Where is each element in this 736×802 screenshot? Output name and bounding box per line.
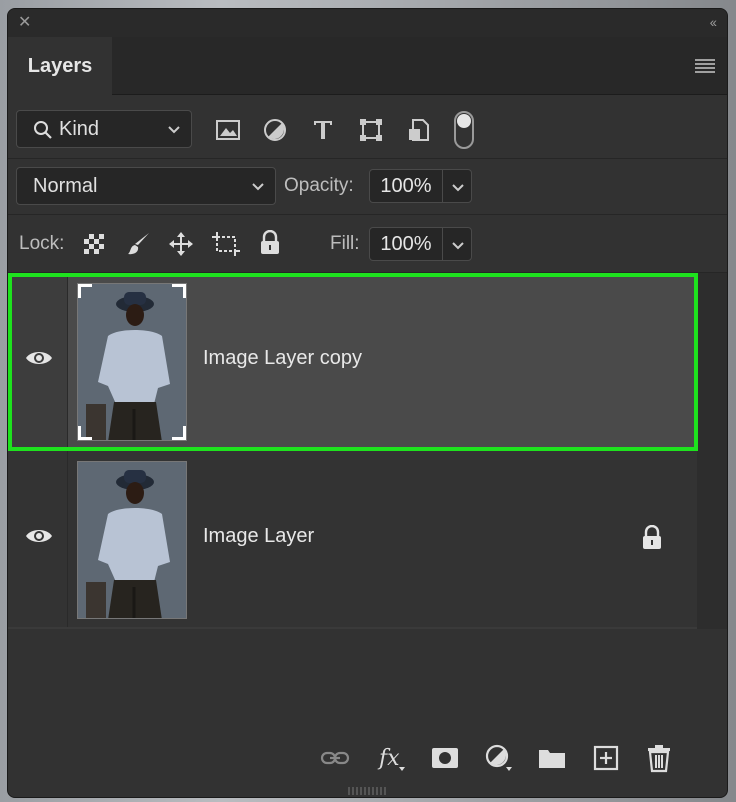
- delete-layer-trash-icon[interactable]: [644, 743, 674, 773]
- lock-image-pixels-icon[interactable]: [126, 231, 152, 257]
- layers-panel: ✕ ‹‹ Layers Kind Normal Opacity: 100% Lo…: [7, 8, 728, 798]
- eye-icon: [26, 530, 52, 542]
- opacity-input[interactable]: 100%: [369, 169, 443, 203]
- new-adjustment-layer-icon[interactable]: [484, 743, 514, 773]
- smart-object-filter-icon[interactable]: [406, 117, 432, 143]
- layer-lock-icon[interactable]: [641, 525, 663, 551]
- panel-titlebar: ✕ ‹‹: [8, 9, 727, 37]
- layers-scrollbar[interactable]: [697, 273, 727, 629]
- fill-input[interactable]: 100%: [369, 227, 443, 261]
- svg-text:fx: fx: [377, 746, 400, 771]
- chevron-down-icon: [452, 184, 464, 192]
- pixel-layer-filter-icon[interactable]: [215, 117, 241, 143]
- fx-layer-style-icon[interactable]: fx: [377, 743, 407, 773]
- eye-icon: [26, 352, 52, 364]
- new-group-folder-icon[interactable]: [537, 743, 567, 773]
- lock-transparency-icon[interactable]: [83, 233, 105, 255]
- type-layer-filter-icon[interactable]: [310, 117, 336, 143]
- layers-list: Image Layer copy Image Layer: [8, 273, 698, 629]
- filter-row: Kind: [8, 95, 727, 159]
- toggle-knob: [457, 114, 471, 128]
- lock-position-icon[interactable]: [168, 231, 194, 257]
- fill-dropdown-button[interactable]: [442, 227, 472, 261]
- panel-menu-icon[interactable]: [695, 59, 715, 73]
- lock-row: Lock: Fill: 100%: [8, 215, 727, 273]
- portrait-thumbnail-image: [78, 284, 186, 440]
- layer-thumbnail[interactable]: [77, 461, 187, 619]
- tab-layers-label: Layers: [27, 54, 93, 77]
- add-mask-icon[interactable]: [430, 743, 460, 773]
- chevron-down-icon: [452, 242, 464, 250]
- layer-row[interactable]: Image Layer copy: [8, 273, 698, 449]
- portrait-thumbnail-image: [78, 462, 186, 618]
- link-layers-icon[interactable]: [320, 743, 350, 773]
- opacity-dropdown-button[interactable]: [442, 169, 472, 203]
- layers-empty-area: [8, 629, 727, 729]
- lock-all-icon[interactable]: [259, 230, 281, 256]
- collapse-icon[interactable]: ‹‹: [710, 14, 717, 30]
- visibility-toggle[interactable]: [8, 273, 68, 449]
- layer-name[interactable]: Image Layer: [203, 525, 314, 548]
- layer-row[interactable]: Image Layer: [8, 451, 698, 627]
- visibility-toggle[interactable]: [8, 451, 68, 627]
- layer-name[interactable]: Image Layer copy: [203, 347, 362, 370]
- filter-kind-dropdown[interactable]: Kind: [16, 110, 192, 148]
- search-icon: [34, 121, 52, 139]
- chevron-down-icon: [168, 126, 180, 134]
- lock-artboard-icon[interactable]: [212, 231, 240, 257]
- tab-layers[interactable]: Layers: [8, 37, 112, 95]
- resize-grip[interactable]: [348, 787, 388, 795]
- tab-row: Layers: [8, 37, 727, 95]
- filter-toggle-switch[interactable]: [454, 111, 474, 149]
- adjustment-layer-filter-icon[interactable]: [262, 117, 288, 143]
- filter-kind-label: Kind: [59, 118, 100, 140]
- fill-label: Fill:: [330, 233, 360, 254]
- layers-footer-toolbar: fx: [8, 729, 727, 789]
- blend-mode-dropdown[interactable]: Normal: [16, 167, 276, 205]
- layer-thumbnail[interactable]: [77, 283, 187, 441]
- opacity-label: Opacity:: [284, 175, 354, 196]
- close-icon[interactable]: ✕: [18, 14, 31, 32]
- chevron-down-icon: [252, 183, 264, 191]
- blend-row: Normal Opacity: 100%: [8, 159, 727, 215]
- lock-label: Lock:: [19, 233, 65, 254]
- shape-layer-filter-icon[interactable]: [358, 117, 384, 143]
- blend-mode-value: Normal: [33, 175, 98, 197]
- new-layer-icon[interactable]: [591, 743, 621, 773]
